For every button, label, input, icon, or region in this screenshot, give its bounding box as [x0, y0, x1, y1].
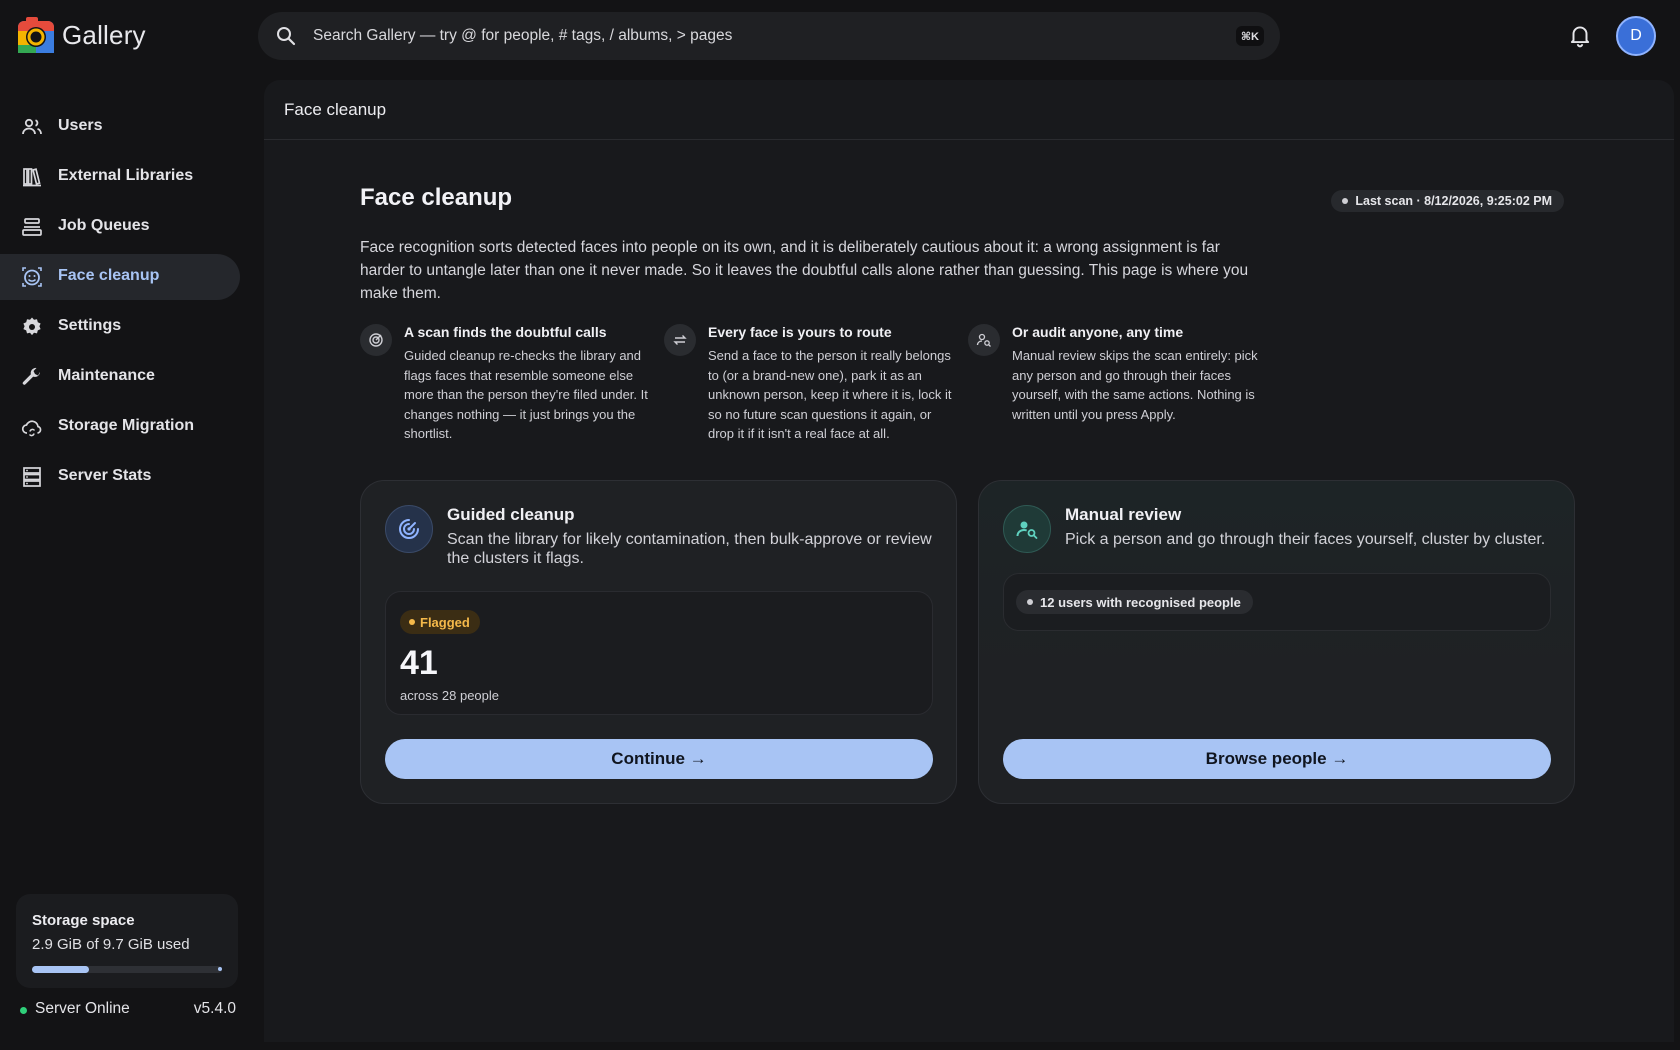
browse-people-button[interactable]: Browse people → [1003, 739, 1551, 779]
sidebar-item-storage-migration[interactable]: Storage Migration [0, 404, 240, 450]
app-logo[interactable]: Gallery [16, 15, 146, 55]
sidebar-item-label: External Libraries [58, 167, 194, 184]
header-title: Face cleanup [284, 100, 387, 119]
feature-title: Or audit anyone, any time [1012, 324, 1184, 340]
gear-icon [23, 317, 41, 336]
card-subtitle: Scan the library for likely contaminatio… [447, 531, 932, 567]
queue-icon [22, 218, 42, 236]
main-panel: Face cleanup Face cleanup Last scan · 8/… [264, 80, 1674, 1042]
storage-progress-fill [32, 966, 89, 973]
users-count-label: 12 users with recognised people [1040, 594, 1241, 610]
storage-progress-bar [32, 966, 222, 973]
gallery-logo-icon [16, 15, 56, 55]
server-status-dot [20, 1007, 27, 1014]
person-search-icon [968, 324, 1000, 356]
storage-used-text: 2.9 GiB of 9.7 GiB used [32, 936, 190, 953]
top-bar: Gallery Search Gallery — try @ for peopl… [0, 0, 1680, 76]
card-title: Manual review [1065, 505, 1182, 524]
feature-title: Every face is yours to route [708, 324, 892, 340]
library-icon [23, 168, 41, 187]
user-avatar[interactable]: D [1616, 16, 1656, 56]
page-title: Face cleanup [360, 184, 513, 211]
search-shortcut-badge: ⌘K [1235, 26, 1264, 46]
radar-icon [360, 324, 392, 356]
notification-bell-icon[interactable] [1567, 22, 1593, 48]
server-status-label: Server Online [35, 1000, 130, 1017]
flagged-badge-label: Flagged [420, 614, 470, 630]
main-header: Face cleanup [264, 80, 1674, 140]
storage-space-card: Storage space 2.9 GiB of 9.7 GiB used [16, 894, 238, 988]
last-scan-badge: Last scan · 8/12/2026, 9:25:02 PM [1331, 190, 1564, 212]
server-version: v5.4.0 [193, 1000, 236, 1017]
feature-description: Guided cleanup re-checks the library and… [404, 348, 648, 441]
wrench-icon [22, 367, 40, 385]
radar-icon [385, 505, 433, 553]
users-count-dot [1027, 599, 1033, 605]
sidebar-item-label: Face cleanup [58, 267, 160, 284]
server-status: Server Online v5.4.0 [20, 1000, 240, 1022]
sidebar-item-server-stats[interactable]: Server Stats [0, 454, 240, 500]
swap-icon [664, 324, 696, 356]
flagged-badge: Flagged [400, 610, 480, 634]
sidebar-item-label: Maintenance [58, 367, 155, 384]
feature-title: A scan finds the doubtful calls [404, 324, 607, 340]
card-title: Guided cleanup [447, 505, 575, 524]
manual-review-card: Manual review Pick a person and go throu… [978, 480, 1575, 804]
storage-progress-end-dot [218, 967, 222, 971]
sidebar-item-label: Settings [58, 317, 122, 334]
server-icon [23, 467, 41, 487]
flagged-caption: across 28 people [400, 688, 500, 703]
flagged-dot [409, 619, 415, 625]
storage-title: Storage space [32, 912, 135, 929]
sidebar-item-external-libraries[interactable]: External Libraries [0, 154, 240, 200]
continue-button[interactable]: Continue → [385, 739, 933, 779]
feature-description: Send a face to the person it really belo… [708, 348, 952, 441]
sidebar-item-settings[interactable]: Settings [0, 304, 240, 350]
sidebar-item-face-cleanup[interactable]: Face cleanup [0, 254, 240, 300]
sidebar-item-label: Users [58, 117, 103, 134]
cloud-sync-icon [21, 420, 42, 437]
face-icon [22, 267, 42, 287]
sidebar-item-job-queues[interactable]: Job Queues [0, 204, 240, 250]
search-bar[interactable]: Search Gallery — try @ for people, # tag… [258, 12, 1280, 60]
feature-description: Manual review skips the scan entirely: p… [1012, 348, 1258, 422]
sidebar-item-maintenance[interactable]: Maintenance [0, 354, 240, 400]
users-summary-box: 12 users with recognised people [1003, 573, 1551, 631]
users-count-badge: 12 users with recognised people [1016, 590, 1253, 614]
card-subtitle: Pick a person and go through their faces… [1065, 531, 1546, 548]
intro-paragraph: Face recognition sorts detected faces in… [360, 239, 1249, 302]
app-name: Gallery [62, 19, 146, 50]
sidebar: Users External Libraries Job Queues Face… [0, 76, 256, 1050]
sidebar-item-label: Job Queues [58, 217, 150, 234]
sidebar-item-label: Server Stats [58, 467, 152, 484]
flagged-count: 41 [400, 644, 438, 682]
person-search-icon [1003, 505, 1051, 553]
guided-cleanup-card: Guided cleanup Scan the library for like… [360, 480, 957, 804]
sidebar-item-label: Storage Migration [58, 417, 195, 434]
search-icon [277, 27, 296, 46]
last-scan-dot [1342, 198, 1349, 204]
flagged-stat-box: Flagged 41 across 28 people [385, 591, 933, 715]
last-scan-text: Last scan · 8/12/2026, 9:25:02 PM [1355, 194, 1552, 208]
users-icon [22, 118, 42, 135]
sidebar-item-users[interactable]: Users [0, 104, 240, 150]
search-input[interactable]: Search Gallery — try @ for people, # tag… [313, 27, 732, 45]
